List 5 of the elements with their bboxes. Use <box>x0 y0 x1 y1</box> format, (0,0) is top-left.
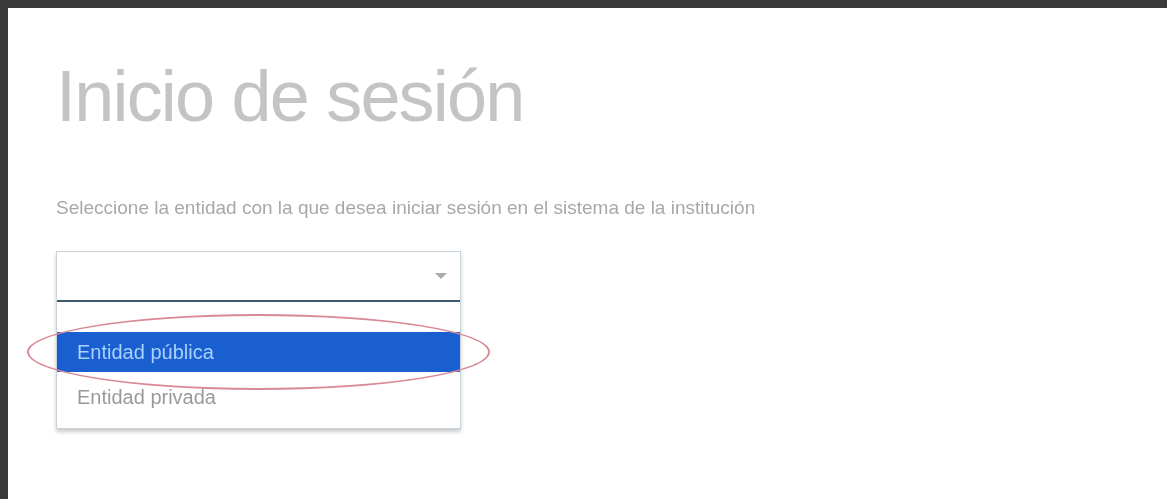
instruction-text: Seleccione la entidad con la que desea iniciar sesión en el sistema de la institución <box>56 196 757 220</box>
dropdown-option[interactable]: Entidad privada <box>57 381 460 412</box>
caret-icon <box>434 271 448 280</box>
dropdown-option[interactable]: Entidad pública <box>57 331 460 372</box>
page-title: Inicio de sesión <box>56 60 525 132</box>
